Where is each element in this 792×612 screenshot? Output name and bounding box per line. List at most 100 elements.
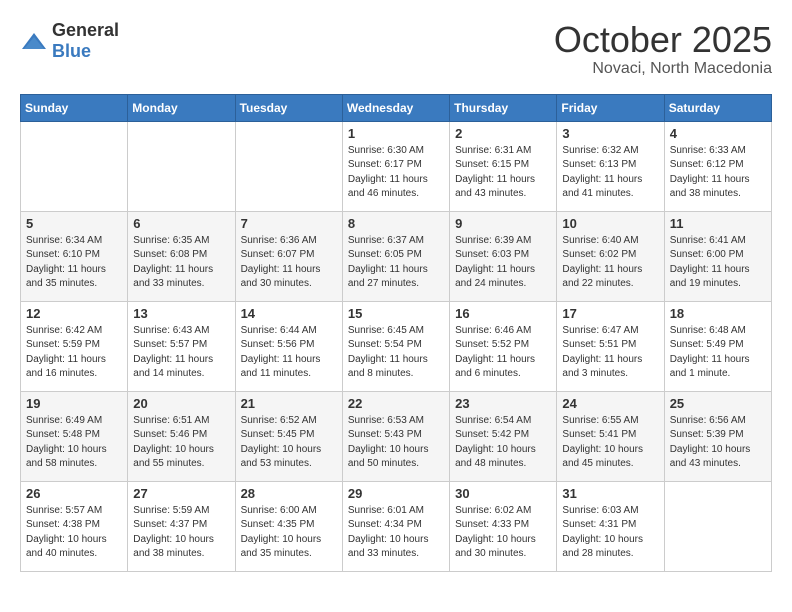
calendar-cell: 3Sunrise: 6:32 AM Sunset: 6:13 PM Daylig… (557, 121, 664, 211)
page-header: General Blue October 2025 Novaci, North … (20, 20, 772, 78)
day-header-sunday: Sunday (21, 94, 128, 121)
day-number: 24 (562, 396, 658, 411)
calendar-cell: 10 Sunrise: 6:40 AM Sunset: 6:02 PM Dayli… (557, 211, 664, 301)
week-row-1: 1Sunrise: 6:30 AM Sunset: 6:17 PM Daylig… (21, 121, 772, 211)
day-number: 19 (26, 396, 122, 411)
day-number: 11 (670, 216, 766, 231)
day-number: 14 (241, 306, 337, 321)
day-number: 23 (455, 396, 551, 411)
day-header-wednesday: Wednesday (342, 94, 449, 121)
cell-info: Sunrise: 6:56 AM Sunset: 5:39 PM Dayligh… (670, 414, 766, 472)
cell-info: Sunrise: 6:42 AM Sunset: 5:59 PM Dayligh… (26, 324, 122, 382)
day-number: 10 (562, 216, 658, 231)
cell-info: Sunrise: 6:54 AM Sunset: 5:42 PM Dayligh… (455, 414, 551, 472)
calendar-cell: 30 Sunrise: 6:02 AM Sunset: 4:33 PM Dayli… (450, 481, 557, 571)
day-number: 7 (241, 216, 337, 231)
day-header-saturday: Saturday (664, 94, 771, 121)
calendar-cell: 25 Sunrise: 6:56 AM Sunset: 5:39 PM Dayli… (664, 391, 771, 481)
calendar-cell: 5 Sunrise: 6:34 AM Sunset: 6:10 PM Daylig… (21, 211, 128, 301)
calendar-cell: 13Sunrise: 6:43 AM Sunset: 5:57 PM Dayli… (128, 301, 235, 391)
calendar-cell: 1Sunrise: 6:30 AM Sunset: 6:17 PM Daylig… (342, 121, 449, 211)
day-number: 31 (562, 486, 658, 501)
cell-info: Sunrise: 6:52 AM Sunset: 5:45 PM Dayligh… (241, 414, 337, 472)
calendar-cell: 19 Sunrise: 6:49 AM Sunset: 5:48 PM Dayli… (21, 391, 128, 481)
calendar-cell (21, 121, 128, 211)
cell-info: Sunrise: 6:00 AM Sunset: 4:35 PM Dayligh… (241, 504, 337, 562)
calendar-cell: 24 Sunrise: 6:55 AM Sunset: 5:41 PM Dayli… (557, 391, 664, 481)
cell-info: Sunrise: 6:44 AM Sunset: 5:56 PM Dayligh… (241, 324, 337, 382)
calendar-cell: 22 Sunrise: 6:53 AM Sunset: 5:43 PM Dayli… (342, 391, 449, 481)
cell-info: Sunrise: 6:37 AM Sunset: 6:05 PM Dayligh… (348, 234, 444, 292)
cell-info: Sunrise: 6:39 AM Sunset: 6:03 PM Dayligh… (455, 234, 551, 292)
calendar-header: SundayMondayTuesdayWednesdayThursdayFrid… (21, 94, 772, 121)
day-number: 25 (670, 396, 766, 411)
day-number: 27 (133, 486, 229, 501)
day-number: 13 (133, 306, 229, 321)
logo-general: General (52, 20, 119, 40)
calendar-cell: 12 Sunrise: 6:42 AM Sunset: 5:59 PM Dayli… (21, 301, 128, 391)
cell-info: Sunrise: 6:03 AM Sunset: 4:31 PM Dayligh… (562, 504, 658, 562)
calendar-cell: 4Sunrise: 6:33 AM Sunset: 6:12 PM Daylig… (664, 121, 771, 211)
calendar-table: SundayMondayTuesdayWednesdayThursdayFrid… (20, 94, 772, 572)
calendar-cell: 31 Sunrise: 6:03 AM Sunset: 4:31 PM Dayli… (557, 481, 664, 571)
day-header-monday: Monday (128, 94, 235, 121)
calendar-cell (664, 481, 771, 571)
calendar-cell: 15 Sunrise: 6:45 AM Sunset: 5:54 PM Dayli… (342, 301, 449, 391)
cell-info: Sunrise: 6:40 AM Sunset: 6:02 PM Dayligh… (562, 234, 658, 292)
day-number: 6 (133, 216, 229, 231)
day-number: 26 (26, 486, 122, 501)
calendar-body: 1Sunrise: 6:30 AM Sunset: 6:17 PM Daylig… (21, 121, 772, 571)
day-header-friday: Friday (557, 94, 664, 121)
calendar-cell: 16Sunrise: 6:46 AM Sunset: 5:52 PM Dayli… (450, 301, 557, 391)
cell-info: Sunrise: 6:30 AM Sunset: 6:17 PM Dayligh… (348, 144, 444, 202)
calendar-cell: 21 Sunrise: 6:52 AM Sunset: 5:45 PM Dayli… (235, 391, 342, 481)
calendar-cell: 29Sunrise: 6:01 AM Sunset: 4:34 PM Dayli… (342, 481, 449, 571)
calendar-cell: 6 Sunrise: 6:35 AM Sunset: 6:08 PM Daylig… (128, 211, 235, 301)
cell-info: Sunrise: 6:35 AM Sunset: 6:08 PM Dayligh… (133, 234, 229, 292)
title-block: October 2025 Novaci, North Macedonia (554, 20, 772, 78)
calendar-cell: 26Sunrise: 5:57 AM Sunset: 4:38 PM Dayli… (21, 481, 128, 571)
day-number: 8 (348, 216, 444, 231)
month-title: October 2025 (554, 20, 772, 60)
day-number: 12 (26, 306, 122, 321)
cell-info: Sunrise: 5:59 AM Sunset: 4:37 PM Dayligh… (133, 504, 229, 562)
calendar-cell: 20 Sunrise: 6:51 AM Sunset: 5:46 PM Dayli… (128, 391, 235, 481)
calendar-cell: 7Sunrise: 6:36 AM Sunset: 6:07 PM Daylig… (235, 211, 342, 301)
calendar-cell: 28Sunrise: 6:00 AM Sunset: 4:35 PM Dayli… (235, 481, 342, 571)
calendar-cell: 11Sunrise: 6:41 AM Sunset: 6:00 PM Dayli… (664, 211, 771, 301)
logo: General Blue (20, 20, 119, 62)
location: Novaci, North Macedonia (554, 60, 772, 78)
calendar-cell (235, 121, 342, 211)
day-number: 29 (348, 486, 444, 501)
day-number: 20 (133, 396, 229, 411)
cell-info: Sunrise: 6:51 AM Sunset: 5:46 PM Dayligh… (133, 414, 229, 472)
cell-info: Sunrise: 6:32 AM Sunset: 6:13 PM Dayligh… (562, 144, 658, 202)
calendar-cell: 9 Sunrise: 6:39 AM Sunset: 6:03 PM Daylig… (450, 211, 557, 301)
cell-info: Sunrise: 6:45 AM Sunset: 5:54 PM Dayligh… (348, 324, 444, 382)
cell-info: Sunrise: 6:46 AM Sunset: 5:52 PM Dayligh… (455, 324, 551, 382)
day-number: 21 (241, 396, 337, 411)
calendar-cell: 14 Sunrise: 6:44 AM Sunset: 5:56 PM Dayli… (235, 301, 342, 391)
calendar-cell: 2 Sunrise: 6:31 AM Sunset: 6:15 PM Daylig… (450, 121, 557, 211)
logo-text: General Blue (52, 20, 119, 62)
day-number: 9 (455, 216, 551, 231)
day-number: 5 (26, 216, 122, 231)
week-row-5: 26Sunrise: 5:57 AM Sunset: 4:38 PM Dayli… (21, 481, 772, 571)
cell-info: Sunrise: 6:34 AM Sunset: 6:10 PM Dayligh… (26, 234, 122, 292)
cell-info: Sunrise: 6:31 AM Sunset: 6:15 PM Dayligh… (455, 144, 551, 202)
day-number: 22 (348, 396, 444, 411)
day-header-tuesday: Tuesday (235, 94, 342, 121)
calendar-cell: 8 Sunrise: 6:37 AM Sunset: 6:05 PM Daylig… (342, 211, 449, 301)
day-number: 15 (348, 306, 444, 321)
cell-info: Sunrise: 6:02 AM Sunset: 4:33 PM Dayligh… (455, 504, 551, 562)
header-row: SundayMondayTuesdayWednesdayThursdayFrid… (21, 94, 772, 121)
week-row-2: 5 Sunrise: 6:34 AM Sunset: 6:10 PM Daylig… (21, 211, 772, 301)
cell-info: Sunrise: 6:48 AM Sunset: 5:49 PM Dayligh… (670, 324, 766, 382)
cell-info: Sunrise: 6:55 AM Sunset: 5:41 PM Dayligh… (562, 414, 658, 472)
calendar-cell: 23 Sunrise: 6:54 AM Sunset: 5:42 PM Dayli… (450, 391, 557, 481)
day-number: 30 (455, 486, 551, 501)
cell-info: Sunrise: 6:53 AM Sunset: 5:43 PM Dayligh… (348, 414, 444, 472)
day-number: 2 (455, 126, 551, 141)
cell-info: Sunrise: 6:33 AM Sunset: 6:12 PM Dayligh… (670, 144, 766, 202)
cell-info: Sunrise: 6:49 AM Sunset: 5:48 PM Dayligh… (26, 414, 122, 472)
